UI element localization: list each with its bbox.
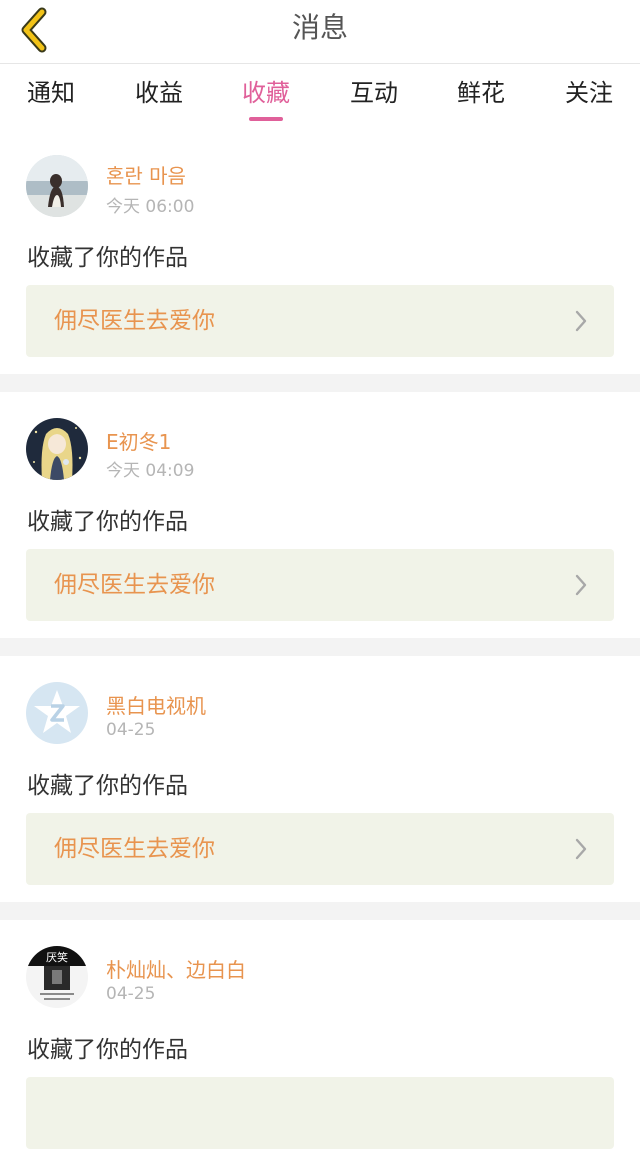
work-title: 佣尽医生去爱你 bbox=[54, 308, 215, 334]
avatar[interactable] bbox=[26, 418, 88, 480]
tab-label: 互动 bbox=[350, 79, 398, 107]
username[interactable]: 黑白电视机 bbox=[106, 690, 206, 719]
avatar[interactable]: 厌笑 bbox=[26, 946, 88, 1008]
timestamp: 04-25 bbox=[106, 984, 156, 1004]
work-title: 佣尽医生去爱你 bbox=[54, 836, 215, 862]
avatar[interactable] bbox=[26, 682, 88, 744]
work-link[interactable]: 佣尽医生去爱你 bbox=[26, 813, 614, 885]
message-item: E初冬1 今天 04:09 收藏了你的作品 佣尽医生去爱你 bbox=[0, 392, 640, 638]
username[interactable]: 朴灿灿、边白白 bbox=[106, 954, 246, 983]
chevron-right-icon bbox=[575, 574, 587, 596]
timestamp: 今天 06:00 bbox=[106, 197, 195, 217]
action-text: 收藏了你的作品 bbox=[27, 509, 188, 535]
work-link[interactable]: 佣尽医生去爱你 bbox=[26, 549, 614, 621]
tab-label: 关注 bbox=[565, 79, 613, 107]
chevron-right-icon bbox=[575, 838, 587, 860]
avatar[interactable] bbox=[26, 155, 88, 217]
username[interactable]: 혼란 마음 bbox=[106, 160, 186, 189]
header-bar: 消息 bbox=[0, 0, 640, 64]
black-white-photo-avatar: 厌笑 bbox=[26, 946, 88, 1008]
tab-flowers[interactable]: 鲜花 bbox=[452, 65, 510, 121]
divider bbox=[0, 638, 640, 656]
girl-by-sea-avatar bbox=[26, 155, 88, 217]
divider bbox=[0, 902, 640, 920]
action-text: 收藏了你的作品 bbox=[27, 773, 188, 799]
active-tab-indicator bbox=[249, 117, 283, 121]
timestamp: 今天 04:09 bbox=[106, 461, 195, 481]
message-item: 厌笑 朴灿灿、边白白 04-25 收藏了你的作品 bbox=[0, 920, 640, 1149]
tab-label: 通知 bbox=[27, 79, 75, 107]
qq-default-avatar bbox=[26, 682, 88, 744]
tab-notifications[interactable]: 通知 bbox=[22, 65, 80, 121]
work-title: 佣尽医生去爱你 bbox=[54, 572, 215, 598]
tab-following[interactable]: 关注 bbox=[560, 65, 618, 121]
work-link[interactable]: 佣尽医生去爱你 bbox=[26, 285, 614, 357]
page-title: 消息 bbox=[291, 11, 348, 44]
action-text: 收藏了你的作品 bbox=[27, 1037, 188, 1063]
tab-label: 鲜花 bbox=[457, 79, 505, 107]
message-item: 黑白电视机 04-25 收藏了你的作品 佣尽医生去爱你 bbox=[0, 656, 640, 902]
tab-label: 收藏 bbox=[242, 79, 290, 107]
tab-interactions[interactable]: 互动 bbox=[345, 65, 403, 121]
tab-bar: 通知 收益 收藏 互动 鲜花 关注 bbox=[0, 65, 640, 125]
timestamp: 04-25 bbox=[106, 720, 156, 740]
chevron-right-icon bbox=[575, 310, 587, 332]
divider bbox=[0, 374, 640, 392]
tab-label: 收益 bbox=[135, 79, 183, 107]
action-text: 收藏了你的作品 bbox=[27, 245, 188, 271]
tab-earnings[interactable]: 收益 bbox=[130, 65, 188, 121]
anime-girl-avatar bbox=[26, 418, 88, 480]
avatar-caption: 厌笑 bbox=[46, 950, 68, 964]
username[interactable]: E初冬1 bbox=[106, 426, 171, 455]
tab-favorites[interactable]: 收藏 bbox=[237, 65, 295, 121]
work-link[interactable] bbox=[26, 1077, 614, 1149]
message-item: 혼란 마음 今天 06:00 收藏了你的作品 佣尽医生去爱你 bbox=[0, 126, 640, 374]
